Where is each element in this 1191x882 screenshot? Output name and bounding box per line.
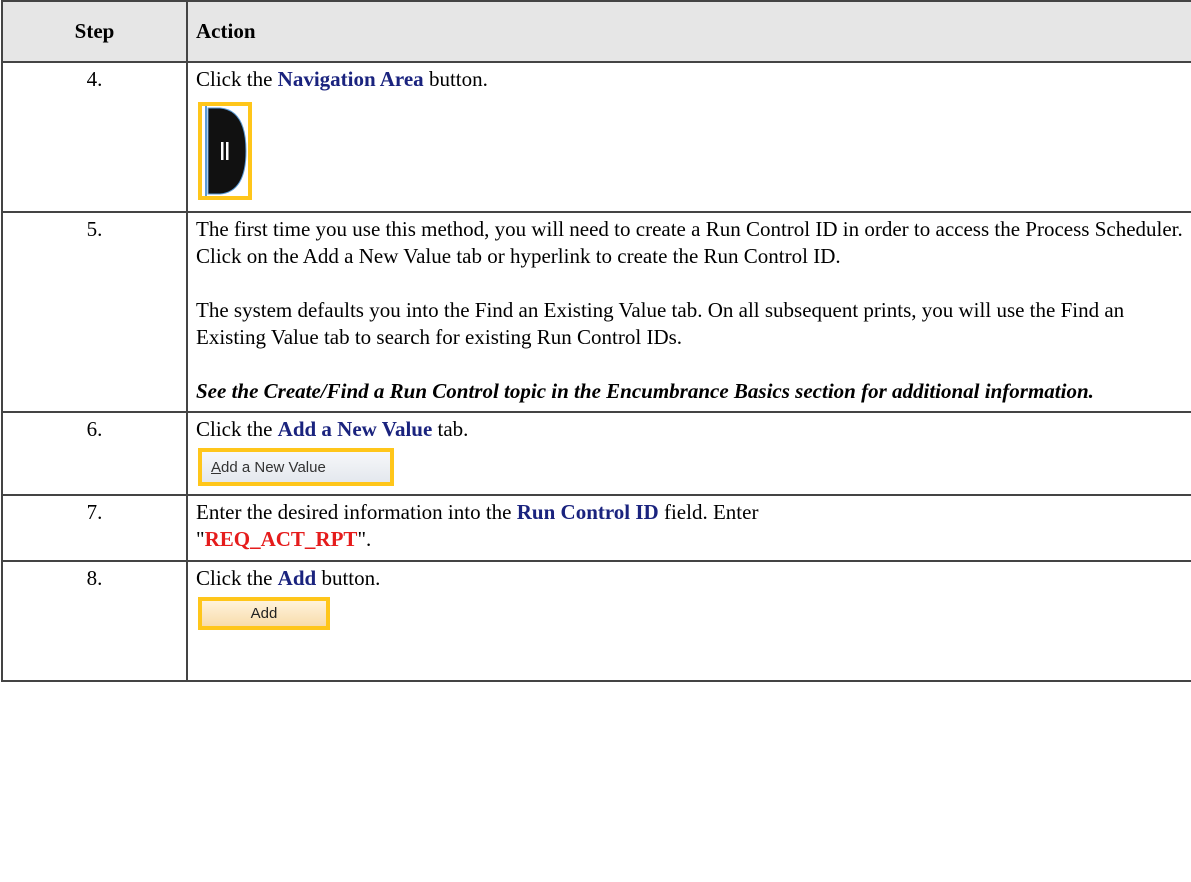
run-control-id-label: Run Control ID (516, 500, 659, 524)
step-number: 5. (1, 211, 188, 413)
step-row-6: 6. Click the Add a New Value tab. Add a … (1, 411, 1191, 496)
step-row-8: 8. Click the Add button. Add (1, 560, 1191, 682)
instruction-text: Enter the desired information into the (196, 500, 517, 524)
quote-mark: " (196, 527, 205, 551)
step-row-5: 5. The first time you use this method, y… (1, 211, 1191, 413)
step-action: Click the Add a New Value tab. Add a New… (186, 411, 1191, 496)
add-label: Add (277, 566, 317, 590)
step-row-7: 7. Enter the desired information into th… (1, 494, 1191, 562)
instruction-paragraph: The system defaults you into the Find an… (196, 298, 1125, 349)
header-row: Step Action (1, 0, 1191, 63)
instruction-text: button. (316, 566, 381, 590)
add-button-image: Add (198, 597, 330, 630)
action-column-header: Action (186, 0, 1191, 63)
instruction-text: Click the (196, 67, 278, 91)
step-action: Click the Navigation Area button. (186, 61, 1191, 213)
step-action: The first time you use this method, you … (186, 211, 1191, 413)
steps-table: Step Action 4. Click the Navigation Area… (1, 0, 1191, 682)
instruction-paragraph: The first time you use this method, you … (196, 217, 1183, 268)
instruction-text: field. Enter (658, 500, 759, 524)
instruction-text: Click the (196, 417, 278, 441)
add-a-new-value-tab-image: Add a New Value (198, 448, 394, 486)
step-action: Click the Add button. Add (186, 560, 1191, 682)
run-control-value: REQ_ACT_RPT (204, 527, 358, 551)
step-number: 8. (1, 560, 188, 682)
instruction-text: button. (423, 67, 488, 91)
navigation-area-label: Navigation Area (277, 67, 424, 91)
reference-note: See the Create/Find a Run Control topic … (196, 379, 1094, 403)
step-number: 7. (1, 494, 188, 562)
step-row-4: 4. Click the Navigation Area button. (1, 61, 1191, 213)
step-number: 4. (1, 61, 188, 213)
tab-image-label: dd a New Value (221, 458, 326, 476)
add-a-new-value-label: Add a New Value (277, 417, 433, 441)
navigation-area-icon (205, 106, 247, 196)
instruction-text: tab. (432, 417, 469, 441)
step-column-header: Step (1, 0, 188, 63)
step-action: Enter the desired information into the R… (186, 494, 1191, 562)
step-number: 6. (1, 411, 188, 496)
instruction-text: Click the (196, 566, 278, 590)
quote-mark: ". (357, 527, 372, 551)
tab-image-label-underlined: A (211, 458, 222, 476)
navigation-area-button-image (198, 102, 252, 200)
